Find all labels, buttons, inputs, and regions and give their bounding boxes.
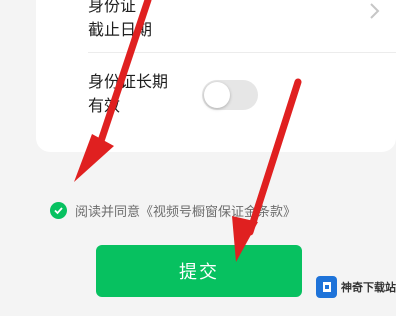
- watermark-logo-icon: [316, 276, 337, 298]
- watermark-text: 神奇下载站: [341, 281, 396, 294]
- red-arrow-annotation: [74, 0, 302, 262]
- watermark: 神奇下载站: [316, 272, 396, 302]
